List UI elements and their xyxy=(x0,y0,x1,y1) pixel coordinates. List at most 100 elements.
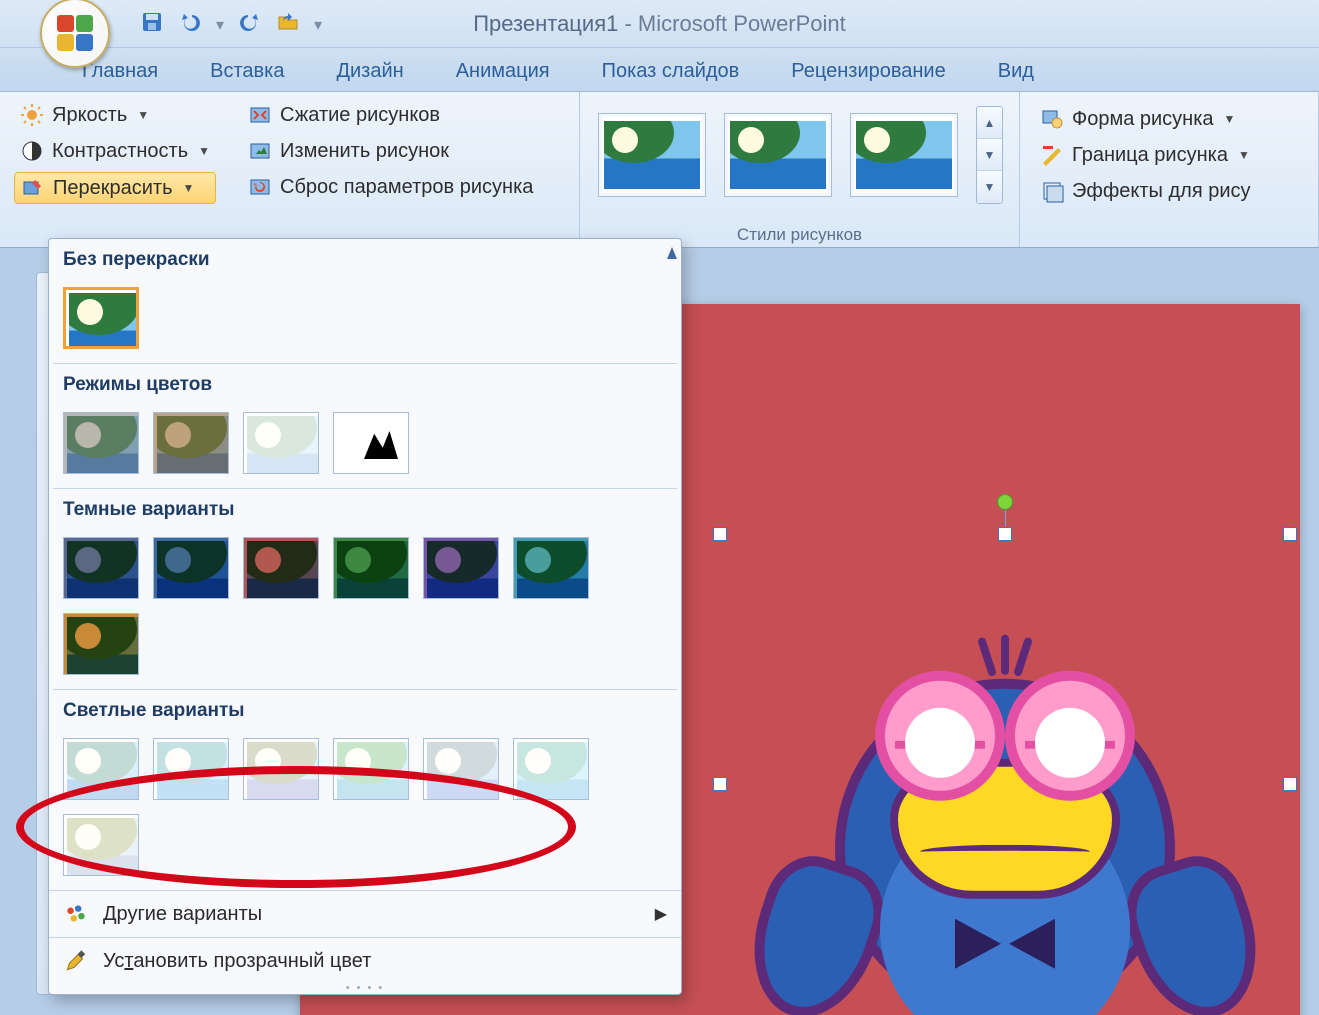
resize-handle[interactable] xyxy=(1283,777,1297,791)
resize-handle[interactable] xyxy=(713,527,727,541)
recolor-option[interactable] xyxy=(513,738,589,800)
picture-shape-button[interactable]: Форма рисунка ▼ xyxy=(1034,104,1306,134)
quick-access-toolbar: ▾ ▾ xyxy=(130,8,332,41)
brightness-icon xyxy=(20,103,44,127)
palette-icon xyxy=(63,901,89,927)
chevron-down-icon: ▼ xyxy=(1224,112,1236,126)
resize-handle[interactable] xyxy=(713,777,727,791)
reset-picture-button[interactable]: Сброс параметров рисунка xyxy=(242,172,539,202)
recolor-dropdown: Без перекраски Режимы цветов Темные вари… xyxy=(48,238,682,995)
office-logo-icon xyxy=(57,15,93,51)
ribbon-body: Яркость ▼ Контрастность ▼ Перекрасить ▼ xyxy=(0,92,1319,248)
chevron-down-icon: ▼ xyxy=(137,108,149,122)
redo-icon[interactable] xyxy=(238,10,262,39)
compress-icon xyxy=(248,103,272,127)
recolor-option-sepia[interactable] xyxy=(153,412,229,474)
section-light-variants: Светлые варианты xyxy=(49,690,681,728)
gallery-up-icon[interactable]: ▲ xyxy=(977,107,1002,139)
tab-slideshow[interactable]: Показ слайдов xyxy=(580,52,762,91)
contrast-icon xyxy=(20,139,44,163)
picture-styles-gallery[interactable]: ▲ ▼ ▼ xyxy=(594,100,1007,210)
recolor-option[interactable] xyxy=(513,537,589,599)
change-picture-button[interactable]: Изменить рисунок xyxy=(242,136,539,166)
tab-review[interactable]: Рецензирование xyxy=(769,52,967,91)
tab-design[interactable]: Дизайн xyxy=(314,52,425,91)
brightness-label: Яркость xyxy=(52,104,127,127)
resize-handle[interactable] xyxy=(998,527,1012,541)
recolor-option[interactable] xyxy=(243,537,319,599)
menu-resize-grip[interactable]: • • • • xyxy=(49,984,681,992)
recolor-option-original[interactable] xyxy=(63,287,139,349)
contrast-label: Контрастность xyxy=(52,140,188,163)
inserted-picture[interactable] xyxy=(835,679,1175,1015)
chevron-down-icon: ▼ xyxy=(1238,148,1250,162)
section-color-modes: Режимы цветов xyxy=(49,364,681,402)
section-dark-variants: Темные варианты xyxy=(49,489,681,527)
style-thumb[interactable] xyxy=(850,113,958,197)
set-transparent-color-item[interactable]: Установить прозрачный цвет xyxy=(49,937,681,984)
compress-pictures-button[interactable]: Сжатие рисунков xyxy=(242,100,539,130)
resize-handle[interactable] xyxy=(1283,527,1297,541)
recolor-option[interactable] xyxy=(333,738,409,800)
chevron-right-icon: ▶ xyxy=(655,904,667,924)
picture-border-button[interactable]: Граница рисунка ▼ xyxy=(1034,140,1306,170)
style-thumb[interactable] xyxy=(724,113,832,197)
recolor-option[interactable] xyxy=(63,537,139,599)
recolor-button[interactable]: Перекрасить ▼ xyxy=(14,172,216,204)
tab-insert[interactable]: Вставка xyxy=(188,52,306,91)
picture-effects-icon xyxy=(1040,179,1064,203)
recolor-option[interactable] xyxy=(423,537,499,599)
dark-variants-row xyxy=(49,527,681,689)
office-button[interactable] xyxy=(40,0,110,68)
ribbon-tabstrip: Главная Вставка Дизайн Анимация Показ сл… xyxy=(0,48,1319,92)
contrast-button[interactable]: Контрастность ▼ xyxy=(14,136,216,166)
reset-picture-icon xyxy=(248,175,272,199)
recolor-label: Перекрасить xyxy=(53,177,173,200)
tab-view[interactable]: Вид xyxy=(976,52,1056,91)
recolor-option[interactable] xyxy=(63,814,139,876)
qat-dropdown-icon[interactable]: ▾ xyxy=(216,13,224,37)
recolor-option-grayscale[interactable] xyxy=(63,412,139,474)
rotation-handle[interactable] xyxy=(997,494,1013,510)
recolor-option-washout[interactable] xyxy=(243,412,319,474)
compress-label: Сжатие рисунков xyxy=(280,104,440,127)
undo-icon[interactable] xyxy=(178,10,202,39)
reset-picture-label: Сброс параметров рисунка xyxy=(280,176,533,199)
recolor-option[interactable] xyxy=(153,738,229,800)
picture-border-icon xyxy=(1040,143,1064,167)
recolor-option-bw[interactable] xyxy=(333,412,409,474)
picture-border-label: Граница рисунка xyxy=(1072,144,1228,167)
section-no-recolor: Без перекраски xyxy=(49,239,681,277)
gallery-more-icon[interactable]: ▼ xyxy=(977,171,1002,203)
recolor-icon xyxy=(21,176,45,200)
style-thumb[interactable] xyxy=(598,113,706,197)
open-icon[interactable] xyxy=(276,10,300,39)
color-modes-row xyxy=(49,402,681,488)
picture-effects-label: Эффекты для рису xyxy=(1072,180,1251,203)
picture-shape-label: Форма рисунка xyxy=(1072,108,1214,131)
recolor-option[interactable] xyxy=(333,537,409,599)
recolor-option[interactable] xyxy=(423,738,499,800)
title-bar: ▾ ▾ Презентация1 - Microsoft PowerPoint xyxy=(0,0,1319,48)
picture-shape-icon xyxy=(1040,107,1064,131)
gallery-spinner[interactable]: ▲ ▼ ▼ xyxy=(976,106,1003,204)
tab-animation[interactable]: Анимация xyxy=(434,52,572,91)
selection-box[interactable] xyxy=(720,534,1290,1015)
change-picture-icon xyxy=(248,139,272,163)
change-picture-label: Изменить рисунок xyxy=(280,140,449,163)
qat-customize-icon[interactable]: ▾ xyxy=(314,13,322,37)
light-variants-row xyxy=(49,728,681,890)
eyedropper-icon xyxy=(63,948,89,974)
chevron-down-icon: ▼ xyxy=(198,144,210,158)
recolor-option[interactable] xyxy=(243,738,319,800)
gallery-down-icon[interactable]: ▼ xyxy=(977,139,1002,171)
recolor-option[interactable] xyxy=(63,613,139,675)
save-icon[interactable] xyxy=(140,10,164,39)
recolor-option[interactable] xyxy=(63,738,139,800)
set-transparent-label: Установить прозрачный цвет xyxy=(103,950,371,973)
picture-effects-button[interactable]: Эффекты для рису xyxy=(1034,176,1306,206)
recolor-option[interactable] xyxy=(153,537,229,599)
brightness-button[interactable]: Яркость ▼ xyxy=(14,100,216,130)
more-variants-label: Другие варианты xyxy=(103,903,262,926)
more-variants-item[interactable]: Другие варианты ▶ xyxy=(49,890,681,937)
